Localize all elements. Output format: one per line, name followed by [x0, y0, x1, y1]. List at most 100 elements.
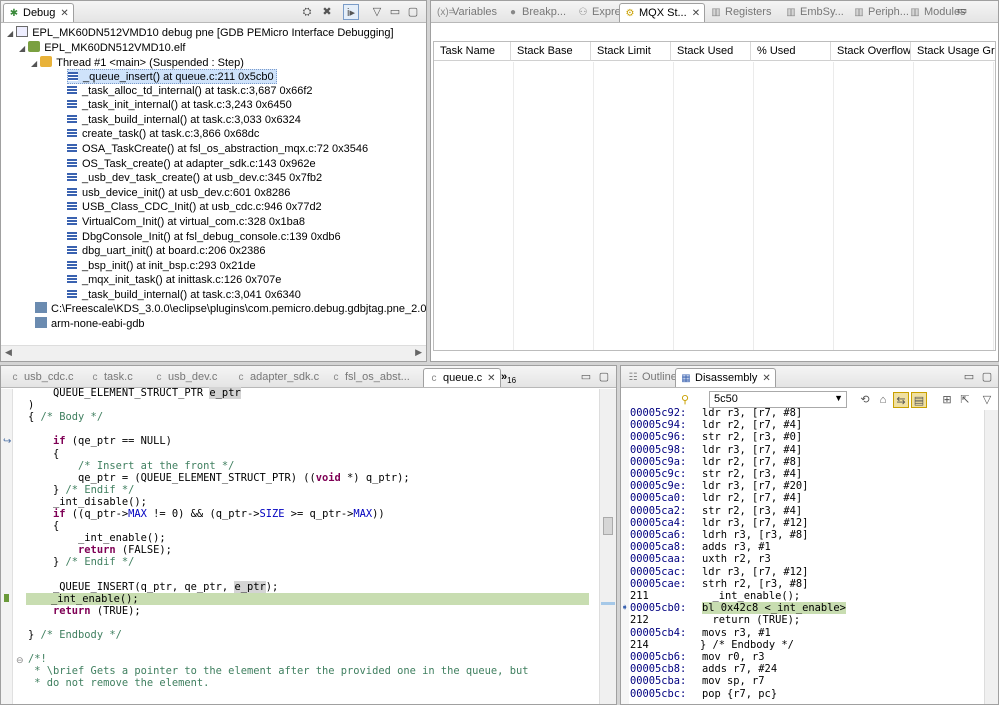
editor-tab-usbdevc[interactable]: c usb_dev.c — [149, 368, 221, 387]
instruction-stepping-icon[interactable]: i▸ — [343, 4, 359, 20]
stack-frame-item[interactable]: dbg_uart_init() at board.c:206 0x2386 — [67, 244, 265, 259]
new-view-icon[interactable]: ⊞ — [939, 392, 955, 408]
stack-frame-item[interactable]: _mqx_init_task() at inittask.c:126 0x707… — [67, 273, 281, 288]
chevron-down-icon[interactable]: ▼ — [834, 393, 843, 403]
tab-embsy[interactable]: ▥ EmbSy... — [781, 3, 848, 22]
stack-frame-item[interactable]: _task_alloc_td_internal() at task.c:3,68… — [67, 84, 313, 99]
editor-tab-adaptersdkc[interactable]: c adapter_sdk.c — [231, 368, 323, 387]
instruction-address: 00005ca6: — [630, 529, 687, 541]
code-line: /* Insert at the front */ — [78, 459, 235, 472]
tab-outline[interactable]: ☷ Outline — [623, 368, 681, 387]
editor-tab-taskc[interactable]: c task.c — [85, 368, 137, 387]
tab-overflow-count: 16 — [507, 376, 517, 385]
collapse-icon[interactable]: ◢ — [31, 59, 37, 68]
stack-frame-item[interactable]: _task_init_internal() at task.c:3,243 0x… — [67, 98, 292, 113]
stack-frame-item[interactable]: OS_Task_create() at adapter_sdk.c:143 0x… — [67, 157, 316, 172]
tab-breakp[interactable]: ● Breakp... — [503, 3, 570, 22]
instruction-address: 00005ca8: — [630, 541, 687, 554]
breakpoint-marker-icon[interactable]: ↪ — [3, 436, 11, 447]
instruction-address: 00005cae: — [630, 577, 687, 590]
export-icon[interactable]: ⇱ — [957, 392, 973, 408]
remove-terminated-icon[interactable]: ⛭ — [299, 4, 315, 20]
tab-periph[interactable]: ▥ Periph... — [849, 3, 913, 22]
collapse-icon[interactable]: ◢ — [7, 29, 13, 38]
stack-frame-item[interactable]: _task_build_internal() at task.c:3,041 0… — [67, 288, 301, 303]
tab-label: Registers — [725, 6, 772, 18]
stack-frame-item[interactable]: DbgConsole_Init() at fsl_debug_console.c… — [67, 230, 341, 245]
disasm-vertical-scrollbar[interactable] — [984, 410, 998, 704]
stack-frame-item[interactable]: _queue_insert() at queue.c:211 0x5cb0 — [67, 69, 277, 84]
column-header[interactable]: Stack Overflow — [831, 42, 911, 61]
instruction-text: strh r2, [r3, #8] — [702, 577, 809, 590]
collapse-icon[interactable]: ◢ — [19, 44, 25, 53]
editor-tab-usbcdcc[interactable]: c usb_cdc.c — [5, 368, 78, 387]
tab-debug[interactable]: ✱ Debug ✕ — [3, 3, 74, 22]
stack-frame-item[interactable]: _task_build_internal() at task.c:3,033 0… — [67, 113, 301, 128]
home-icon[interactable]: ⌂ — [875, 392, 891, 408]
code-line: return (TRUE); — [53, 604, 141, 617]
column-header[interactable]: Stack Used — [671, 42, 751, 61]
stack-frame-item[interactable]: OSA_TaskCreate() at fsl_os_abstraction_m… — [67, 142, 368, 157]
top-right-tabbar: (x)=Variables ● Breakp... ⚇ Express... ⚙ MQX S… — [431, 1, 998, 23]
fold-icon[interactable]: ⊖ — [16, 655, 24, 666]
tab-disassembly[interactable]: ▦ Disassembly ✕ — [675, 368, 776, 387]
refresh-icon[interactable]: ⟲ — [857, 392, 873, 408]
minimize-icon[interactable]: ▭ — [578, 369, 594, 385]
tab-registers[interactable]: ▥ Registers — [706, 3, 775, 22]
stack-frame-item[interactable]: usb_device_init() at usb_dev.c:601 0x828… — [67, 186, 290, 201]
variables-icon: (x)= — [437, 7, 455, 18]
stack-frame-item[interactable]: _usb_dev_task_create() at usb_dev.c:345 … — [67, 171, 322, 186]
maximize-icon[interactable]: ▢ — [596, 369, 612, 385]
editor-tab-fslosabst[interactable]: c fsl_os_abst... — [326, 368, 414, 387]
column-header[interactable]: % Used — [751, 42, 831, 61]
maximize-icon[interactable]: ▢ — [979, 369, 995, 385]
editor-vertical-scrollbar[interactable] — [599, 389, 616, 704]
close-icon[interactable]: ✕ — [692, 8, 700, 19]
remove-all-icon[interactable]: ✖ — [319, 4, 335, 20]
view-menu-icon[interactable]: ▽ — [979, 392, 995, 408]
tree-elf[interactable]: ◢ EPL_MK60DN512VMD10.elf — [19, 41, 185, 56]
tree-gdb[interactable]: arm-none-eabi-gdb — [35, 317, 145, 332]
elf-label: EPL_MK60DN512VMD10.elf — [44, 42, 186, 54]
column-header[interactable]: Stack Usage Gr... — [911, 42, 996, 61]
expressions-icon: ⚇ — [578, 7, 588, 18]
stack-frame-item[interactable]: VirtualCom_Init() at virtual_com.c:328 0… — [67, 215, 305, 230]
minimize-icon[interactable]: ▭ — [954, 3, 970, 19]
tab-mqxst[interactable]: ⚙ MQX St... ✕ — [619, 3, 706, 22]
address-combo[interactable]: 5c50 ▼ — [709, 391, 847, 408]
scroll-thumb[interactable] — [603, 517, 613, 535]
close-icon[interactable]: ✕ — [60, 8, 68, 19]
source-line-number: 214 — [630, 638, 649, 651]
tab-label: adapter_sdk.c — [250, 371, 320, 383]
view-menu-icon[interactable]: ▽ — [369, 4, 385, 20]
editor-tab-queuec[interactable]: c queue.c ✕ — [423, 368, 501, 387]
scroll-left-icon[interactable]: ◀ — [5, 347, 12, 358]
close-icon[interactable]: ✕ — [762, 373, 770, 384]
stack-frame-item[interactable]: _bsp_init() at init_bsp.c:293 0x21de — [67, 259, 256, 274]
instruction-text: str r2, [r3, #4] — [702, 468, 803, 480]
stack-frame-item[interactable]: USB_Class_CDC_Init() at usb_cdc.c:946 0x… — [67, 200, 322, 215]
code-line: } /* Endif */ — [28, 556, 135, 569]
column-header[interactable]: Stack Limit — [591, 42, 671, 61]
tree-process[interactable]: C:\Freescale\KDS_3.0.0\eclipse\plugins\c… — [35, 302, 426, 317]
maximize-icon[interactable]: ▢ — [405, 4, 421, 20]
horizontal-scrollbar[interactable]: ◀ ▶ — [1, 345, 426, 361]
tab-variables[interactable]: (x)=Variables — [433, 3, 501, 22]
show-source-icon[interactable]: ▤ — [911, 392, 927, 408]
minimize-icon[interactable]: ▭ — [961, 369, 977, 385]
close-icon[interactable]: ✕ — [487, 373, 495, 384]
scroll-right-icon[interactable]: ▶ — [415, 347, 422, 358]
tree-launch[interactable]: ◢ EPL_MK60DN512VMD10 debug pne [GDB PEMi… — [7, 26, 394, 41]
instruction-text: movs r3, #1 — [702, 626, 771, 639]
thread-label: Thread #1 <main> (Suspended : Step) — [56, 57, 244, 69]
editor-tab-16[interactable]: »16 — [497, 368, 520, 387]
link-with-debug-icon[interactable]: ⇆ — [893, 392, 909, 408]
stack-frame-item[interactable]: create_task() at task.c:3,866 0x68dc — [67, 127, 259, 142]
column-header[interactable]: Stack Base — [511, 42, 591, 61]
column-header[interactable]: Task Name — [434, 42, 511, 61]
tab-label: Periph... — [868, 6, 909, 18]
source-line-number: 211 — [630, 590, 649, 602]
instruction-line: 00005cb0: bl 0x42c8 <_int_enable> — [630, 602, 846, 615]
breakpoints-icon: ● — [509, 7, 517, 18]
minimize-icon[interactable]: ▭ — [387, 4, 403, 20]
